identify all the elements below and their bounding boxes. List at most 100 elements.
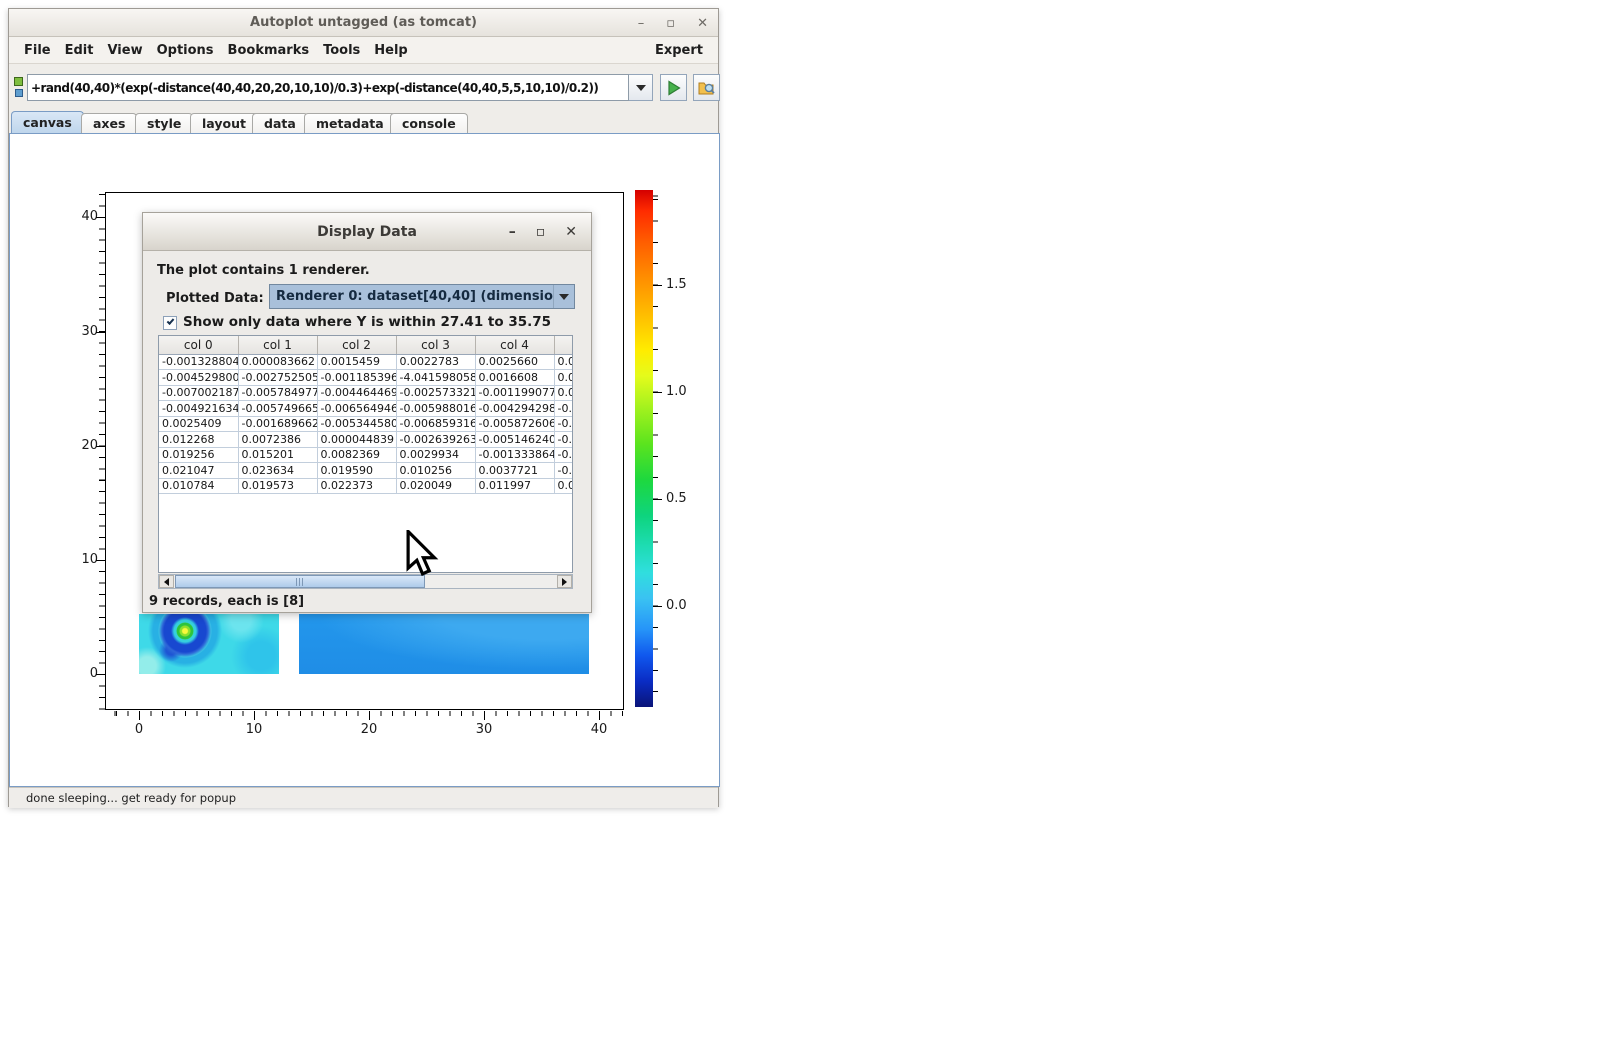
dialog-maximize-icon[interactable]: ▫ xyxy=(536,224,546,240)
table-cell[interactable]: 0.015201 xyxy=(238,447,317,463)
table-cell[interactable]: 0.019573 xyxy=(238,478,317,494)
table-cell[interactable]: -0.0 xyxy=(554,416,573,432)
table-cell[interactable]: -0.005784977... xyxy=(238,385,317,401)
menu-edit[interactable]: Edit xyxy=(58,43,101,58)
menu-bookmarks[interactable]: Bookmarks xyxy=(221,43,317,58)
tab-axes[interactable]: axes xyxy=(81,113,137,133)
column-header[interactable]: col 4 xyxy=(475,336,554,354)
menu-expert[interactable]: Expert xyxy=(648,43,710,58)
table-cell[interactable]: 0.022373 xyxy=(317,478,396,494)
dialog-titlebar[interactable]: Display Data – ▫ ✕ xyxy=(143,213,591,251)
menu-tools[interactable]: Tools xyxy=(316,43,367,58)
table-cell[interactable]: -0.001199077... xyxy=(475,385,554,401)
table-cell[interactable]: -0.004529800... xyxy=(159,370,238,386)
table-cell[interactable]: 0.012268 xyxy=(159,432,238,448)
table-cell[interactable]: 0.0015459 xyxy=(317,354,396,370)
scroll-right-button[interactable] xyxy=(557,575,572,588)
table-cell[interactable]: -0.0 xyxy=(554,447,573,463)
combo-arrow[interactable] xyxy=(553,285,574,308)
table-cell[interactable]: 0.010784 xyxy=(159,478,238,494)
table-cell[interactable]: 0.0037721 xyxy=(475,463,554,479)
table-cell[interactable]: 0.000044839 xyxy=(317,432,396,448)
table-cell[interactable]: -0.005872606... xyxy=(475,416,554,432)
tab-canvas[interactable]: canvas xyxy=(11,111,84,133)
table-row[interactable]: -0.004921634...-0.005749665...-0.0065649… xyxy=(159,401,573,417)
data-table-container[interactable]: col 0col 1col 2col 3col 4 -0.001328804..… xyxy=(158,335,573,573)
table-cell[interactable]: -0.001689662... xyxy=(238,416,317,432)
spectrogram-segment-left[interactable] xyxy=(139,614,279,674)
table-cell[interactable]: -0.005988016... xyxy=(396,401,475,417)
scroll-left-button[interactable] xyxy=(159,575,174,588)
table-cell[interactable]: 0.019256 xyxy=(159,447,238,463)
tab-console[interactable]: console xyxy=(390,113,468,133)
table-cell[interactable]: -0.005146240... xyxy=(475,432,554,448)
table-cell[interactable]: -0.0 xyxy=(554,432,573,448)
plot-canvas[interactable]: 4030201000102030401.51.00.50.0 Display D… xyxy=(9,133,720,787)
table-cell[interactable]: -0.006564946... xyxy=(317,401,396,417)
scrollbar-thumb[interactable] xyxy=(175,575,425,588)
table-row[interactable]: 0.0025409-0.001689662...-0.005344580...-… xyxy=(159,416,573,432)
table-cell[interactable]: 0.023634 xyxy=(238,463,317,479)
table-cell[interactable]: -0.001328804... xyxy=(159,354,238,370)
uri-dropdown-button[interactable] xyxy=(629,74,653,101)
table-cell[interactable]: -0.004921634... xyxy=(159,401,238,417)
close-icon[interactable]: ✕ xyxy=(697,17,708,30)
column-header[interactable] xyxy=(554,336,573,354)
dialog-close-icon[interactable]: ✕ xyxy=(565,224,577,240)
table-row[interactable]: 0.0210470.0236340.0195900.0102560.003772… xyxy=(159,463,573,479)
table-cell[interactable]: -0.002573321... xyxy=(396,385,475,401)
plot-go-button[interactable] xyxy=(660,74,687,101)
table-horizontal-scrollbar[interactable] xyxy=(158,574,573,589)
table-cell[interactable]: -4.041598058... xyxy=(396,370,475,386)
table-cell[interactable]: 0.020049 xyxy=(396,478,475,494)
menu-file[interactable]: File xyxy=(17,43,58,58)
menu-view[interactable]: View xyxy=(100,43,149,58)
uri-input[interactable] xyxy=(27,74,629,101)
table-cell[interactable]: -0.002639263... xyxy=(396,432,475,448)
table-row[interactable]: -0.004529800...-0.002752505...-0.0011853… xyxy=(159,370,573,386)
table-row[interactable]: 0.0192560.0152010.00823690.0029934-0.001… xyxy=(159,447,573,463)
table-row[interactable]: 0.0122680.00723860.000044839-0.002639263… xyxy=(159,432,573,448)
inspect-uri-button[interactable] xyxy=(693,74,720,101)
window-titlebar[interactable]: Autoplot untagged (as tomcat) – ▫ ✕ xyxy=(9,9,718,37)
table-cell[interactable]: -0.002752505... xyxy=(238,370,317,386)
tab-data[interactable]: data xyxy=(252,113,308,133)
menu-options[interactable]: Options xyxy=(150,43,221,58)
table-cell[interactable]: 0.010256 xyxy=(396,463,475,479)
plotted-data-select[interactable]: Renderer 0: dataset[40,40] (dimension... xyxy=(269,284,575,309)
table-cell[interactable]: -0.007002187... xyxy=(159,385,238,401)
menu-help[interactable]: Help xyxy=(367,43,414,58)
table-cell[interactable]: 0.00 xyxy=(554,370,573,386)
table-cell[interactable]: -0.006859316... xyxy=(396,416,475,432)
table-cell[interactable]: 0.0029934 xyxy=(396,447,475,463)
table-row[interactable]: -0.007002187...-0.005784977...-0.0044644… xyxy=(159,385,573,401)
table-cell[interactable]: 0.0025660 xyxy=(475,354,554,370)
column-header[interactable]: col 2 xyxy=(317,336,396,354)
table-row[interactable]: -0.001328804...0.0000836620.00154590.002… xyxy=(159,354,573,370)
column-header[interactable]: col 1 xyxy=(238,336,317,354)
table-cell[interactable]: 0.0022783 xyxy=(396,354,475,370)
table-cell[interactable]: -0.0 xyxy=(554,401,573,417)
column-header[interactable]: col 0 xyxy=(159,336,238,354)
maximize-icon[interactable]: ▫ xyxy=(666,17,675,30)
table-cell[interactable]: -0.001185396... xyxy=(317,370,396,386)
table-cell[interactable]: -0.005749665... xyxy=(238,401,317,417)
spectrogram-segment-right[interactable] xyxy=(299,614,589,674)
table-cell[interactable]: 0.00 xyxy=(554,385,573,401)
column-header[interactable]: col 3 xyxy=(396,336,475,354)
table-cell[interactable]: -0.005344580... xyxy=(317,416,396,432)
table-cell[interactable]: -0.004294298... xyxy=(475,401,554,417)
table-cell[interactable]: -0.001333864... xyxy=(475,447,554,463)
table-cell[interactable]: -0.0 xyxy=(554,463,573,479)
colorbar[interactable] xyxy=(635,190,653,707)
dialog-minimize-icon[interactable]: – xyxy=(509,224,516,240)
table-cell[interactable]: 0.019590 xyxy=(317,463,396,479)
table-cell[interactable]: 0.011997 xyxy=(475,478,554,494)
table-row[interactable]: 0.0107840.0195730.0223730.0200490.011997… xyxy=(159,478,573,494)
table-cell[interactable]: 0.00 xyxy=(554,354,573,370)
table-cell[interactable]: 0.0072386 xyxy=(238,432,317,448)
filter-y-checkbox[interactable] xyxy=(163,316,177,330)
tab-metadata[interactable]: metadata xyxy=(304,113,396,133)
minimize-icon[interactable]: – xyxy=(638,17,645,30)
table-cell[interactable]: 0.000083662 xyxy=(238,354,317,370)
